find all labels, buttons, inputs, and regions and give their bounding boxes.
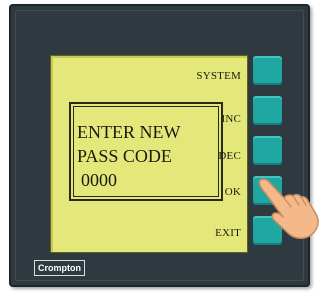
pass-code-value: 0000 [81, 170, 117, 190]
softkey-label-inc: INC [221, 113, 241, 125]
crompton-logo: Crompton [34, 260, 85, 276]
message-line-2: PASS CODE [77, 146, 172, 166]
message-box: ENTER NEW PASS CODE 0000 [69, 102, 223, 201]
softkey-label-system: SYSTEM [196, 70, 241, 82]
softkey-label-exit: EXIT [215, 227, 241, 239]
system-key[interactable] [253, 56, 282, 85]
pointing-hand-icon [258, 178, 319, 239]
message-line-1: ENTER NEW [77, 122, 181, 142]
inc-key[interactable] [253, 96, 282, 125]
softkey-label-ok: OK [224, 186, 241, 198]
lcd-screen: SYSTEM INC DEC OK EXIT ENTER NEW PASS CO… [50, 55, 248, 253]
dec-key[interactable] [253, 136, 282, 165]
meter-bezel: SYSTEM INC DEC OK EXIT ENTER NEW PASS CO… [9, 4, 310, 287]
